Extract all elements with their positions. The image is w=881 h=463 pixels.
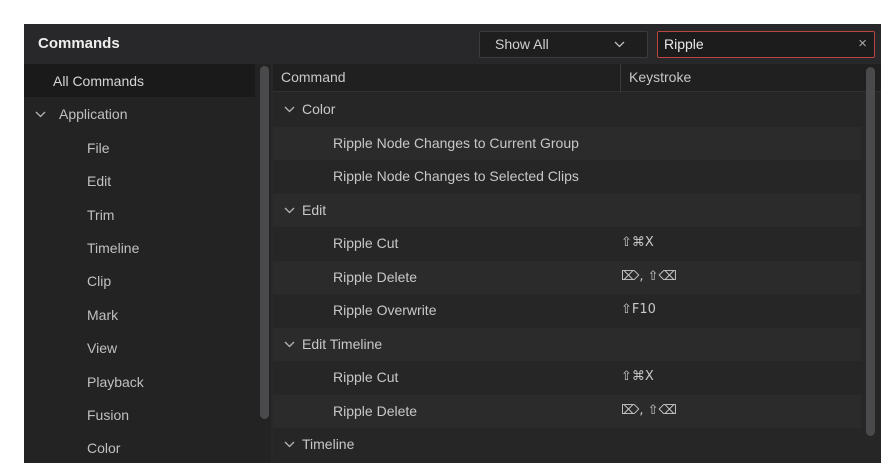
search-input[interactable]: Ripple × bbox=[657, 31, 875, 58]
chevron-down-icon[interactable] bbox=[284, 341, 295, 348]
category-list-scrollbar[interactable] bbox=[260, 66, 269, 419]
command-table-scrollbar[interactable] bbox=[866, 67, 875, 436]
sidebar-item-label: Application bbox=[59, 106, 128, 123]
table-header: Command Keystroke bbox=[273, 64, 881, 92]
sidebar-item[interactable]: Mark bbox=[24, 298, 255, 331]
sidebar-item-label: Fusion bbox=[87, 407, 130, 423]
keystroke[interactable]: ⌦, ⇧⌫ bbox=[621, 403, 677, 418]
chevron-down-icon[interactable] bbox=[284, 207, 295, 214]
sidebar-item-label: Edit bbox=[87, 173, 112, 190]
close-icon[interactable]: × bbox=[858, 35, 867, 52]
sidebar-item[interactable]: Fusion bbox=[24, 398, 255, 431]
sidebar-item-label: View bbox=[87, 340, 118, 357]
command-name: Ripple Node Changes to Current Group bbox=[333, 134, 579, 151]
sidebar-item-label: Clip bbox=[87, 273, 112, 290]
chevron-down-icon[interactable] bbox=[284, 106, 295, 113]
keystroke[interactable]: ⇧F10 bbox=[621, 302, 656, 317]
commands-panel: Commands Show All Ripple × All Commands A… bbox=[24, 24, 881, 463]
sidebar-item-label: Playback bbox=[87, 373, 144, 390]
group-label: Edit bbox=[302, 201, 327, 218]
show-filter-label: Show All bbox=[495, 36, 549, 52]
table-row[interactable]: Ripple Cut ⇧⌘X bbox=[273, 361, 861, 394]
group-row[interactable]: Color bbox=[273, 93, 861, 126]
sidebar-item-label: Color bbox=[87, 440, 121, 457]
column-divider[interactable] bbox=[620, 64, 621, 92]
sidebar-item[interactable]: Color bbox=[24, 431, 255, 463]
table-row[interactable]: Ripple Delete ⌦, ⇧⌫ bbox=[273, 260, 861, 294]
command-name: Ripple Node Changes to Selected Clips bbox=[333, 168, 579, 184]
command-name: Ripple Cut bbox=[333, 369, 399, 385]
sidebar-item-label: All Commands bbox=[53, 73, 145, 89]
group-label: Edit Timeline bbox=[302, 335, 383, 352]
show-filter-dropdown[interactable]: Show All bbox=[479, 31, 648, 58]
group-label: Timeline bbox=[302, 436, 355, 452]
command-name: Ripple Cut bbox=[333, 235, 399, 251]
sidebar-item-label: Trim bbox=[87, 206, 115, 223]
keystroke[interactable]: ⌦, ⇧⌫ bbox=[621, 269, 677, 284]
chevron-down-icon[interactable] bbox=[35, 111, 46, 118]
command-table: Command Keystroke Color Ripple Node Chang… bbox=[273, 64, 881, 463]
group-row[interactable]: Edit Timeline bbox=[273, 327, 861, 361]
sidebar-item-label: Timeline bbox=[87, 240, 140, 256]
command-name: Ripple Overwrite bbox=[333, 302, 437, 318]
sidebar-item[interactable]: Timeline bbox=[24, 231, 255, 264]
sidebar-item[interactable]: Trim bbox=[24, 198, 255, 231]
sidebar-item[interactable]: View bbox=[24, 331, 255, 364]
keystroke[interactable]: ⇧⌘X bbox=[621, 369, 654, 384]
keystroke[interactable]: ⇧⌘X bbox=[621, 235, 654, 250]
table-row[interactable]: Ripple Cut ⇧⌘X bbox=[273, 227, 861, 260]
group-row[interactable]: Timeline bbox=[273, 428, 861, 461]
chevron-down-icon bbox=[614, 41, 625, 48]
chevron-down-icon[interactable] bbox=[284, 441, 295, 448]
command-name: Ripple Delete bbox=[333, 402, 418, 419]
sidebar-item[interactable]: Edit bbox=[24, 164, 255, 197]
group-row[interactable]: Edit bbox=[273, 193, 861, 227]
table-row[interactable]: Ripple Node Changes to Selected Clips bbox=[273, 160, 861, 193]
table-row[interactable]: Ripple Delete ⌦, ⇧⌫ bbox=[273, 394, 861, 428]
sidebar-item[interactable]: Application bbox=[24, 97, 255, 130]
sidebar-item[interactable]: Clip bbox=[24, 264, 255, 297]
column-header-keystroke[interactable]: Keystroke bbox=[629, 69, 691, 85]
sidebar-item-label: Mark bbox=[87, 306, 119, 323]
sidebar-item[interactable]: File bbox=[24, 131, 255, 164]
sidebar-item[interactable]: All Commands bbox=[24, 64, 255, 97]
sidebar-item[interactable]: Playback bbox=[24, 365, 255, 398]
panel-header: Commands Show All Ripple × bbox=[24, 24, 881, 64]
column-header-command[interactable]: Command bbox=[281, 69, 346, 85]
panel-title: Commands bbox=[38, 35, 120, 52]
command-category-list: All Commands Application File Edit Trim Timel… bbox=[24, 64, 271, 463]
group-label: Color bbox=[302, 101, 336, 117]
table-row[interactable]: Ripple Node Changes to Current Group bbox=[273, 126, 861, 160]
sidebar-item-label: File bbox=[87, 139, 110, 156]
search-value[interactable]: Ripple bbox=[664, 36, 704, 52]
command-name: Ripple Delete bbox=[333, 268, 418, 285]
table-row[interactable]: Ripple Overwrite ⇧F10 bbox=[273, 294, 861, 327]
